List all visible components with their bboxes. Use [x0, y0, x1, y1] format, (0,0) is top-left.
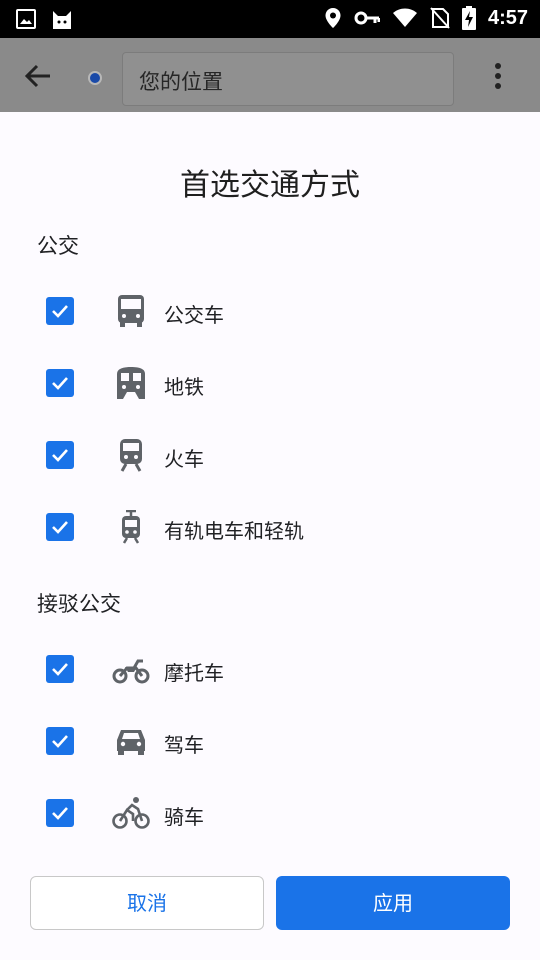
option-label-tram: 有轨电车和轻轨 [164, 519, 304, 543]
subway-icon [117, 367, 145, 399]
wifi-icon [392, 8, 417, 27]
section-title-transit: 公交 [37, 234, 79, 258]
search-input-value: 您的位置 [139, 70, 223, 94]
option-label-train: 火车 [164, 447, 204, 471]
back-arrow-icon[interactable] [22, 60, 54, 92]
more-vert-icon[interactable] [486, 60, 510, 92]
option-row-bus[interactable]: 公交车 [0, 280, 540, 344]
search-input[interactable]: 您的位置 [122, 52, 454, 106]
sheet-title: 首选交通方式 [180, 168, 360, 203]
car-icon [117, 730, 145, 755]
apply-button[interactable]: 应用 [276, 876, 510, 930]
option-row-bike[interactable]: 骑车 [0, 782, 540, 846]
no-sim-icon [430, 7, 450, 29]
transit-preferences-sheet: 首选交通方式 公交 公交车 地铁 火车 有轨电车和轻轨 接驳公交 摩托车 驾车 … [0, 112, 540, 960]
train-icon [120, 439, 142, 472]
option-label-car: 驾车 [164, 733, 204, 757]
cat-app-notification-icon [53, 11, 71, 29]
clock: 4:57 [487, 6, 528, 29]
app-bar: 您的位置 [0, 38, 540, 112]
section-title-connect: 接驳公交 [37, 592, 121, 616]
option-label-subway: 地铁 [164, 375, 204, 399]
battery-charging-icon [461, 6, 476, 30]
gallery-notification-icon [16, 9, 36, 29]
motorcycle-icon [112, 659, 150, 684]
checkbox-bus[interactable] [46, 297, 74, 325]
checkbox-tram[interactable] [46, 513, 74, 541]
location-icon [325, 8, 341, 28]
status-bar: 4:57 [0, 0, 540, 38]
option-row-car[interactable]: 驾车 [0, 710, 540, 774]
checkbox-bike[interactable] [46, 799, 74, 827]
vpn-key-icon [354, 11, 380, 25]
option-row-motorcycle[interactable]: 摩托车 [0, 638, 540, 702]
option-label-bus: 公交车 [164, 303, 224, 327]
checkbox-train[interactable] [46, 441, 74, 469]
checkbox-motorcycle[interactable] [46, 655, 74, 683]
cancel-button[interactable]: 取消 [30, 876, 264, 930]
option-label-bike: 骑车 [164, 805, 204, 829]
checkbox-car[interactable] [46, 727, 74, 755]
option-label-motorcycle: 摩托车 [164, 661, 224, 685]
tram-icon [122, 510, 140, 544]
bike-icon [112, 797, 150, 829]
option-row-train[interactable]: 火车 [0, 424, 540, 488]
bus-icon [118, 295, 144, 327]
my-location-icon [88, 71, 102, 85]
checkbox-subway[interactable] [46, 369, 74, 397]
option-row-subway[interactable]: 地铁 [0, 352, 540, 416]
option-row-tram[interactable]: 有轨电车和轻轨 [0, 496, 540, 560]
